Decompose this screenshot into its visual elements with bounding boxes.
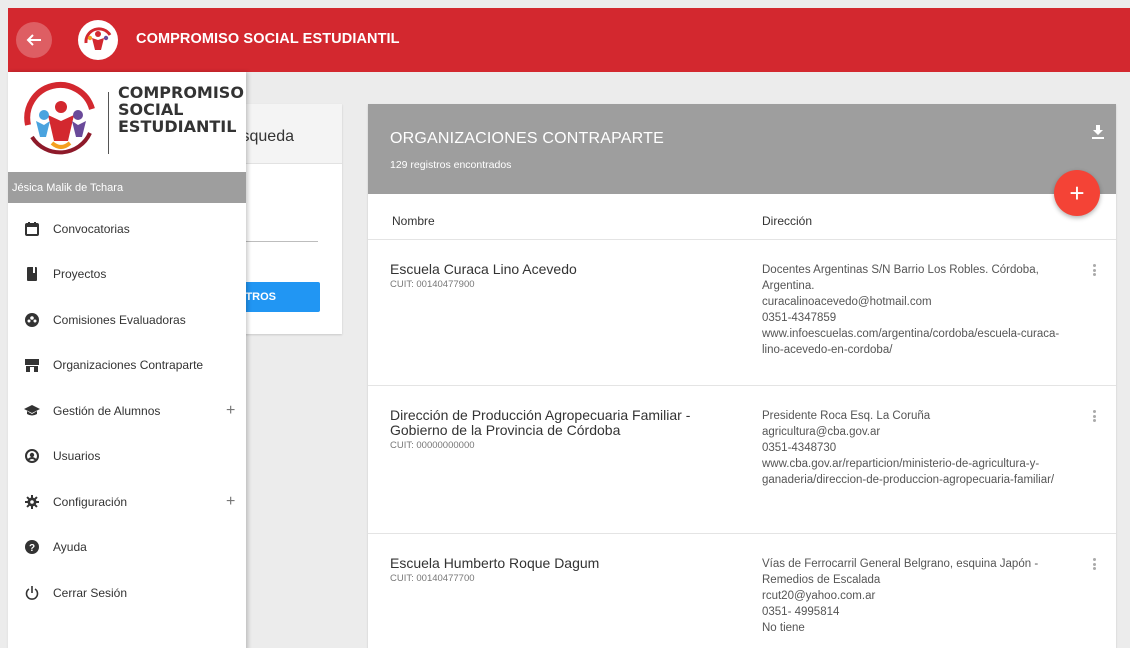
bookmark-icon <box>24 266 40 282</box>
app-logo <box>78 20 118 60</box>
address-line: Vías de Ferrocarril General Belgrano, es… <box>762 558 1039 586</box>
organization-cuit: CUIT: 00140477900 <box>390 279 475 290</box>
app-title: COMPROMISO SOCIAL ESTUDIANTIL <box>136 31 400 47</box>
organization-cuit: CUIT: 00140477700 <box>390 573 475 584</box>
organization-name: Escuela Humberto Roque Dagum CUIT: 00140… <box>390 556 740 585</box>
user-name: Jésica Malik de Tchara <box>8 172 246 203</box>
nav-label: Convocatorias <box>53 221 130 236</box>
nav-item-cerrar-sesion[interactable]: Cerrar Sesión <box>8 570 246 616</box>
nav-item-configuracion[interactable]: Configuración + <box>8 479 246 525</box>
group-icon <box>24 312 40 328</box>
website: www.cba.gov.ar/reparticion/ministerio-de… <box>762 458 1055 486</box>
user-circle-icon <box>24 448 40 464</box>
search-panel-title: isqueda <box>237 128 294 145</box>
expand-icon[interactable]: + <box>226 493 235 511</box>
drawer-header: COMPROMISO SOCIAL ESTUDIANTIL <box>8 72 246 172</box>
calendar-icon <box>24 221 40 237</box>
phone: 0351-4348730 <box>762 442 837 454</box>
nav-label: Ayuda <box>53 540 87 555</box>
nav-item-organizaciones-contraparte[interactable]: Organizaciones Contraparte <box>8 343 246 389</box>
download-icon <box>1092 125 1104 139</box>
help-icon: ? <box>24 539 40 555</box>
nav-label: Proyectos <box>53 267 107 282</box>
arrow-left-icon <box>26 34 41 46</box>
nav-label: Usuarios <box>53 449 101 464</box>
column-headers: Nombre Dirección <box>368 194 1116 240</box>
table-header: ORGANIZACIONES CONTRAPARTE 129 registros… <box>368 104 1116 194</box>
gear-icon <box>24 494 40 510</box>
logo-divider <box>108 92 109 154</box>
graduation-cap-icon <box>24 403 40 419</box>
table-row[interactable]: Dirección de Producción Agropecuaria Fam… <box>368 386 1116 534</box>
organization-name: Escuela Curaca Lino Acevedo CUIT: 001404… <box>390 262 740 291</box>
record-count: 129 registros encontrados <box>390 159 512 171</box>
logo-icon <box>24 81 97 156</box>
row-menu-button[interactable] <box>1088 262 1100 278</box>
nav-item-comisiones-evaluadoras[interactable]: Comisiones Evaluadoras <box>8 297 246 343</box>
organization-address: Vías de Ferrocarril General Belgrano, es… <box>762 556 1062 636</box>
organization-address: Docentes Argentinas S/N Barrio Los Roble… <box>762 262 1062 358</box>
organizations-table-card: ORGANIZACIONES CONTRAPARTE 129 registros… <box>368 104 1116 648</box>
more-vert-icon <box>1092 264 1096 267</box>
nav-item-proyectos[interactable]: Proyectos <box>8 252 246 298</box>
nav-item-gestion-de-alumnos[interactable]: Gestión de Alumnos + <box>8 388 246 434</box>
website: No tiene <box>762 622 805 634</box>
nav-label: Cerrar Sesión <box>53 585 128 600</box>
navigation-drawer: COMPROMISO SOCIAL ESTUDIANTIL Jésica Mal… <box>8 72 246 648</box>
email: agricultura@cba.gov.ar <box>762 426 881 438</box>
nav-item-convocatorias[interactable]: Convocatorias <box>8 206 246 252</box>
row-menu-button[interactable] <box>1088 408 1100 424</box>
email: curacalinoacevedo@hotmail.com <box>762 296 932 308</box>
organization-cuit: CUIT: 00000000000 <box>390 440 475 451</box>
table-row[interactable]: Escuela Humberto Roque Dagum CUIT: 00140… <box>368 534 1116 648</box>
power-icon <box>24 585 40 601</box>
table-row[interactable]: Escuela Curaca Lino Acevedo CUIT: 001404… <box>368 240 1116 386</box>
download-button[interactable] <box>1088 122 1108 142</box>
nav-label: Comisiones Evaluadoras <box>53 312 186 327</box>
website: www.infoescuelas.com/argentina/cordoba/e… <box>762 328 1060 356</box>
nav-item-usuarios[interactable]: Usuarios <box>8 434 246 480</box>
organization-name: Dirección de Producción Agropecuaria Fam… <box>390 408 740 452</box>
column-header-nombre[interactable]: Nombre <box>392 214 435 228</box>
email: rcut20@yahoo.com.ar <box>762 590 876 602</box>
back-button[interactable] <box>16 22 52 58</box>
phone: 0351-4347859 <box>762 312 837 324</box>
page-title: ORGANIZACIONES CONTRAPARTE <box>390 130 664 147</box>
logo-icon <box>84 27 112 50</box>
more-vert-icon <box>1092 410 1096 413</box>
organization-address: Presidente Roca Esq. La Coruña agricultu… <box>762 408 1062 488</box>
phone: 0351- 4995814 <box>762 606 840 618</box>
nav-label: Configuración <box>53 494 128 509</box>
nav-label: Gestión de Alumnos <box>53 403 161 418</box>
address-line: Docentes Argentinas S/N Barrio Los Roble… <box>762 264 1039 292</box>
nav-label: Organizaciones Contraparte <box>53 358 204 373</box>
app-bar: COMPROMISO SOCIAL ESTUDIANTIL <box>8 8 1130 72</box>
svg-text:?: ? <box>29 543 35 554</box>
column-header-direccion[interactable]: Dirección <box>762 214 812 228</box>
more-vert-icon <box>1092 558 1096 561</box>
nav-item-ayuda[interactable]: ? Ayuda <box>8 525 246 571</box>
expand-icon[interactable]: + <box>226 402 235 420</box>
row-menu-button[interactable] <box>1088 556 1100 572</box>
address-line: Presidente Roca Esq. La Coruña <box>762 410 931 422</box>
store-icon <box>24 357 40 373</box>
brand-name: COMPROMISO SOCIAL ESTUDIANTIL <box>118 83 244 136</box>
